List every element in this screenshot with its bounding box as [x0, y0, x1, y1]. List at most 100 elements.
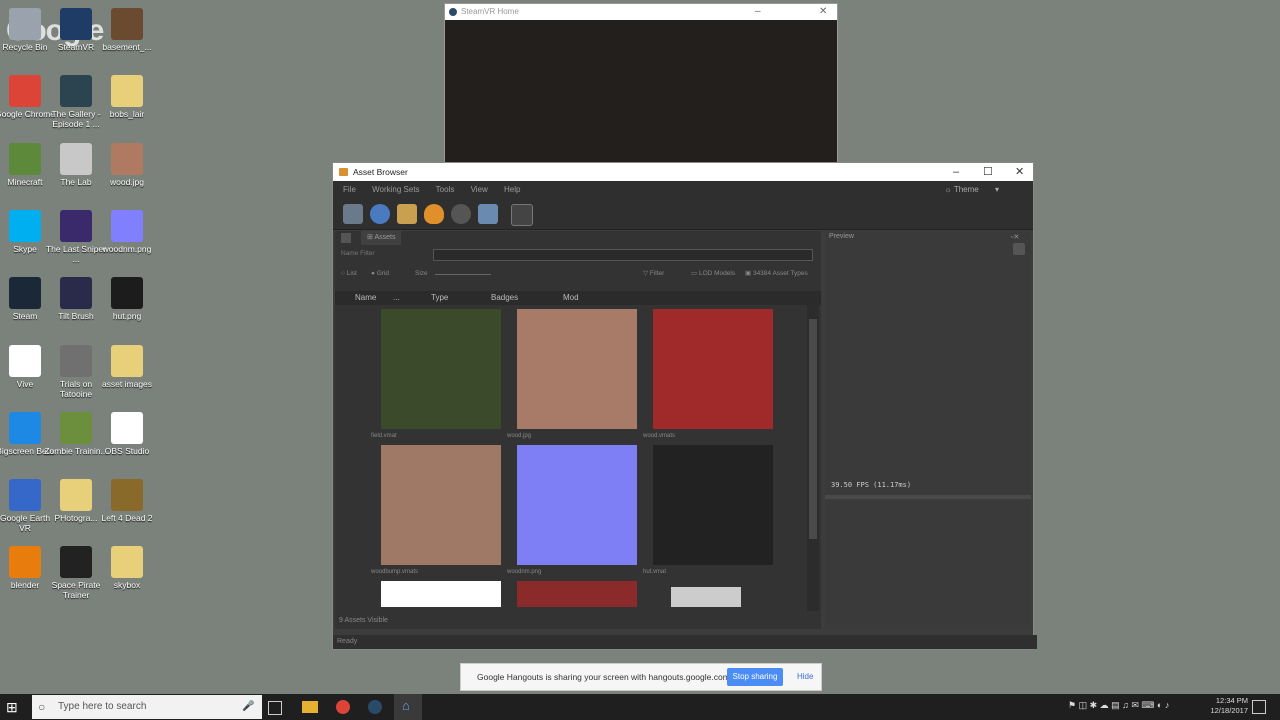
notification-icon[interactable] — [1252, 700, 1266, 714]
desktop-icon-image — [60, 209, 92, 242]
desktop-icon[interactable]: basement_... — [95, 8, 159, 52]
tab-assets-label: Assets — [374, 234, 396, 241]
asset-browser-titlebar[interactable]: Asset Browser – ☐ ✕ — [333, 163, 1033, 181]
desktop-icon[interactable]: hut.png — [95, 277, 159, 321]
asset-browser-taskbar-icon[interactable]: ⌂ — [394, 694, 422, 720]
sound-tool-icon[interactable] — [451, 204, 471, 224]
map-tool-icon[interactable] — [343, 204, 363, 224]
asset-browser-window[interactable]: Asset Browser – ☐ ✕ File Working Sets To… — [332, 162, 1037, 650]
name-filter-row: Name Filter — [335, 249, 821, 261]
desktop-icon[interactable]: OBS Studio — [95, 411, 159, 456]
hide-link[interactable]: Hide — [797, 664, 813, 690]
name-filter-input[interactable] — [433, 249, 813, 261]
desktop-icon[interactable]: skybox — [95, 546, 159, 590]
steamvr-home-window[interactable]: SteamVR Home – ✕ — [444, 3, 838, 163]
desktop-icon[interactable]: wood.jpg — [95, 142, 159, 187]
desktop-icon-image — [60, 8, 92, 40]
desktop-icon[interactable]: woodnm.png — [95, 209, 159, 254]
model-tool-icon[interactable] — [397, 204, 417, 224]
asset-tile[interactable] — [517, 581, 637, 607]
minimize-icon[interactable]: – — [755, 4, 761, 20]
home-icon[interactable] — [341, 233, 351, 243]
column-type[interactable]: Type — [431, 291, 448, 305]
clock-date: 12/18/2017 — [1210, 706, 1248, 715]
asset-tile[interactable] — [517, 309, 637, 429]
view-list-radio[interactable]: ○ List — [341, 270, 357, 277]
desktop-icon-image — [9, 277, 41, 310]
steamvr-titlebar[interactable]: SteamVR Home – ✕ — [445, 4, 837, 20]
search-placeholder: Type here to search — [58, 701, 147, 712]
desktop-icon-image — [60, 277, 92, 310]
preview-splitter[interactable] — [825, 495, 1031, 499]
steamvr-taskbar-icon[interactable] — [368, 700, 382, 714]
console-tool-icon[interactable] — [511, 204, 533, 226]
asset-tile[interactable] — [671, 587, 741, 607]
column-name[interactable]: Name — [355, 291, 376, 305]
tab-bar: ⊞ Assets — [335, 231, 821, 245]
home-icon: ⌂ — [402, 698, 410, 713]
asset-tile[interactable] — [653, 309, 773, 429]
windows-start-icon[interactable]: ⊞ — [6, 697, 26, 717]
texture-tool-icon[interactable] — [478, 204, 498, 224]
preview-float-icon[interactable]: ▫✕ — [1011, 233, 1019, 241]
asset-tile-label: wood.jpg — [507, 433, 532, 439]
scrollbar-thumb[interactable] — [809, 319, 817, 539]
asset-tile[interactable] — [381, 445, 501, 565]
desktop-icon[interactable]: asset images — [95, 344, 159, 389]
preview-title: Preview — [829, 233, 854, 240]
menu-view[interactable]: View — [471, 185, 488, 194]
view-grid-radio[interactable]: ● Grid — [371, 270, 389, 277]
lod-models-toggle[interactable]: ▭ LOD Models — [691, 269, 735, 277]
material-tool-icon[interactable] — [370, 204, 390, 224]
desktop-icon-label: basement_... — [102, 42, 152, 52]
desktop-icon[interactable]: bobs_lair — [95, 75, 159, 119]
tray-icons[interactable]: ⚑ ◫ ✱ ☁ ▤ ♫ ✉ ⌨ ◐ ♪ — [1068, 700, 1169, 711]
taskbar-clock[interactable]: 12:34 PM 12/18/2017 — [1210, 696, 1248, 716]
asset-tile[interactable] — [381, 581, 501, 607]
column-more[interactable]: ... — [393, 291, 400, 305]
menu-working-sets[interactable]: Working Sets — [372, 185, 419, 194]
asset-tile[interactable] — [381, 309, 501, 429]
asset-types-button[interactable]: ▣ 34384 Asset Types — [745, 269, 808, 277]
particle-tool-icon[interactable] — [424, 204, 444, 224]
chrome-taskbar-icon[interactable] — [336, 700, 350, 714]
theme-dropdown[interactable]: ☼ Theme ▾ — [944, 181, 999, 199]
close-icon[interactable]: ✕ — [819, 4, 827, 20]
hangouts-message: Google Hangouts is sharing your screen w… — [477, 672, 733, 682]
preview-settings-icon[interactable] — [1013, 243, 1025, 255]
asset-tile[interactable] — [517, 445, 637, 565]
filter-button[interactable]: ▽ Filter — [643, 269, 664, 277]
taskbar-search-box[interactable]: ○ Type here to search 🎤 — [32, 695, 262, 719]
menu-file[interactable]: File — [343, 185, 356, 194]
menu-help[interactable]: Help — [504, 185, 520, 194]
asset-grid: field.vmat wood.jpg wood.vmats woodbump.… — [335, 309, 807, 609]
size-label: Size — [415, 270, 428, 277]
minimize-icon[interactable]: – — [953, 163, 959, 181]
stop-sharing-button[interactable]: Stop sharing — [727, 668, 783, 686]
close-icon[interactable]: ✕ — [1015, 163, 1024, 181]
search-icon: ○ — [38, 700, 46, 714]
steamvr-app-icon — [449, 8, 457, 16]
filter-label: Filter — [649, 270, 665, 277]
task-view-icon[interactable] — [268, 701, 282, 715]
maximize-icon[interactable]: ☐ — [983, 163, 993, 181]
desktop-icon-image — [111, 142, 143, 175]
desktop-icon-image — [60, 75, 92, 108]
column-badges[interactable]: Badges — [491, 291, 518, 305]
desktop-icon-label: hut.png — [112, 311, 142, 322]
desktop-icon-image — [60, 479, 92, 512]
desktop-icon[interactable]: Left 4 Dead 2 — [95, 479, 159, 523]
desktop-icon-image — [60, 546, 92, 579]
column-mod[interactable]: Mod — [563, 291, 579, 305]
steamvr-window-title: SteamVR Home — [461, 7, 519, 16]
menu-tools[interactable]: Tools — [436, 185, 455, 194]
asset-tile-label: field.vmat — [371, 433, 397, 439]
asset-tile-label: woodbump.vmats — [371, 569, 419, 575]
size-slider[interactable] — [435, 274, 491, 275]
desktop-icon-image — [9, 75, 41, 108]
microphone-icon[interactable]: 🎤 — [242, 695, 254, 719]
asset-tile[interactable] — [653, 445, 773, 565]
tab-assets[interactable]: ⊞ Assets — [361, 231, 402, 245]
file-explorer-icon[interactable] — [302, 701, 318, 713]
asset-grid-scrollbar[interactable] — [807, 305, 819, 611]
